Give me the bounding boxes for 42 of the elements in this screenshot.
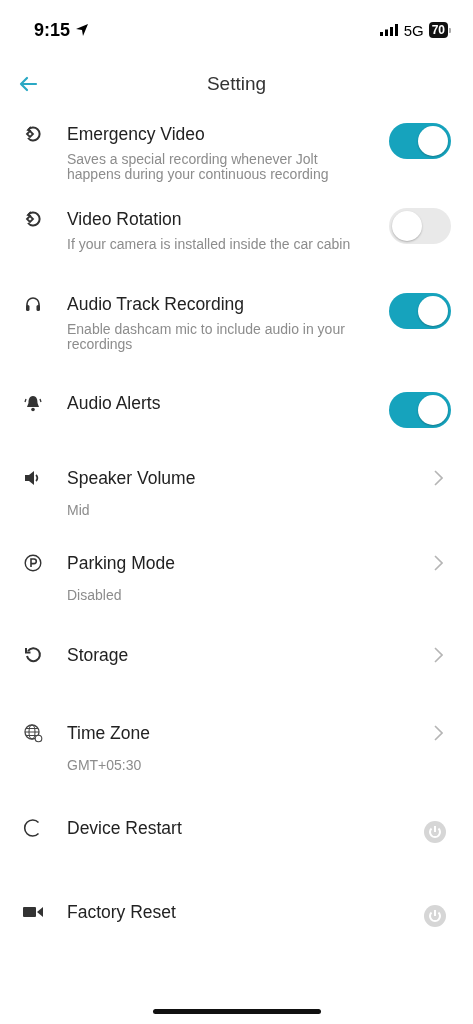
chevron-right-icon[interactable] — [434, 555, 443, 571]
bell-icon — [24, 394, 42, 412]
globe-icon — [23, 723, 43, 743]
network-label: 5G — [403, 21, 424, 39]
battery-icon: 70 — [428, 22, 451, 38]
back-button[interactable] — [18, 74, 38, 94]
setting-title: Video Rotation — [67, 208, 183, 231]
toggle-switch[interactable] — [389, 123, 451, 159]
setting-description: If your camera is installed inside the car cabin — [67, 237, 352, 252]
setting-title: Audio Alerts — [67, 392, 162, 415]
chevron-right-icon[interactable] — [434, 725, 443, 741]
setting-title: Storage — [67, 644, 130, 667]
rotate-icon — [24, 210, 42, 228]
headphones-icon — [24, 295, 42, 313]
back-arrow-icon — [18, 74, 38, 94]
toggle-switch[interactable] — [389, 392, 451, 428]
signal-icon — [379, 24, 399, 36]
setting-description: Enable dashcam mic to include audio in your recordings — [67, 322, 346, 352]
location-arrow-icon — [75, 23, 90, 37]
setting-title: Speaker Volume — [67, 467, 197, 490]
status-time: 9:15 — [34, 19, 71, 41]
setting-title: Emergency Video — [67, 123, 206, 146]
toggle-switch[interactable] — [389, 208, 451, 244]
chevron-right-icon[interactable] — [434, 470, 443, 486]
setting-title: Factory Reset — [67, 901, 177, 924]
page-title: Setting — [206, 73, 267, 95]
power-icon[interactable] — [423, 904, 447, 928]
setting-value: GMT+05:30 — [67, 757, 143, 773]
power-icon[interactable] — [423, 820, 447, 844]
rotate-icon — [24, 125, 42, 143]
parking-icon — [24, 554, 42, 572]
chevron-right-icon[interactable] — [434, 647, 443, 663]
setting-value: Mid — [67, 502, 91, 518]
setting-title: Time Zone — [67, 722, 151, 745]
setting-title: Parking Mode — [67, 552, 176, 575]
setting-title: Audio Track Recording — [67, 293, 246, 316]
video-camera-icon — [23, 905, 43, 919]
refresh-icon — [24, 646, 42, 664]
toggle-switch[interactable] — [389, 293, 451, 329]
setting-description: Saves a special recording whenever Jolt happens during your continuous recording — [67, 152, 330, 182]
setting-title: Device Restart — [67, 817, 183, 840]
setting-value: Disabled — [67, 587, 123, 603]
